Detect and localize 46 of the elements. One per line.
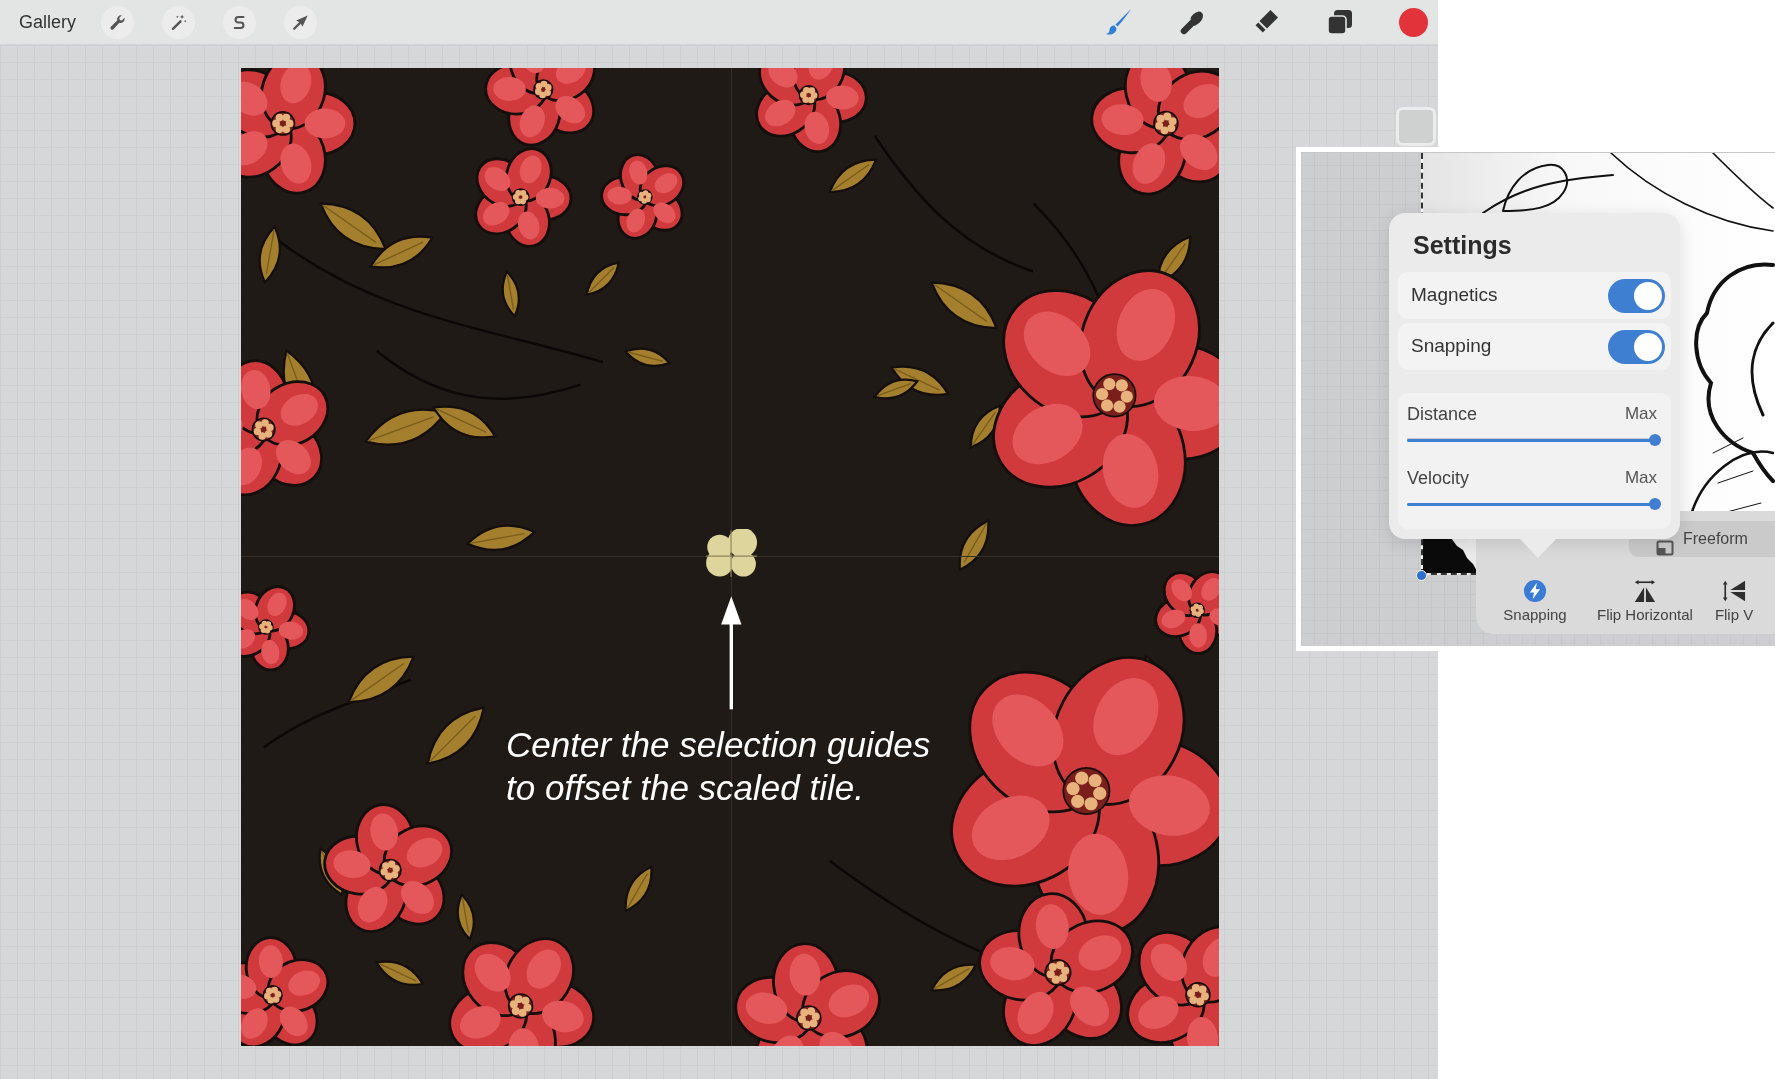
leaf bbox=[624, 346, 672, 368]
leaf bbox=[455, 892, 476, 941]
leaf bbox=[827, 158, 878, 195]
slider-value: Max bbox=[1624, 403, 1657, 426]
selection-button[interactable] bbox=[223, 5, 256, 39]
toggle-switch[interactable] bbox=[1608, 278, 1665, 313]
leaf bbox=[258, 224, 282, 284]
toggle-label: Magnetics bbox=[1411, 283, 1498, 308]
arrow-button[interactable] bbox=[284, 5, 317, 39]
scaled-tile bbox=[705, 528, 759, 578]
color-swatch[interactable] bbox=[1399, 7, 1428, 37]
selection-handle[interactable] bbox=[1416, 570, 1427, 581]
slider-label: Velocity bbox=[1407, 466, 1470, 490]
leaf bbox=[929, 963, 978, 993]
wrench-icon bbox=[108, 12, 127, 32]
settings-title: Settings bbox=[1413, 230, 1513, 261]
leaf bbox=[624, 865, 654, 913]
leaf bbox=[318, 202, 387, 251]
selected-ink-shape bbox=[1423, 538, 1478, 573]
toggle-switch[interactable] bbox=[1608, 329, 1665, 364]
leaf bbox=[346, 654, 416, 704]
snapping-button[interactable]: Snapping bbox=[1495, 579, 1575, 624]
cursor-arrow-icon bbox=[291, 12, 310, 32]
leaf bbox=[375, 959, 425, 987]
slider-value: Max bbox=[1624, 467, 1657, 490]
toggle-label: Snapping bbox=[1411, 334, 1492, 359]
leaf bbox=[465, 523, 536, 552]
leaf bbox=[369, 234, 435, 269]
leaf bbox=[584, 260, 620, 297]
flip-horizontal-button[interactable]: Flip Horizontal bbox=[1597, 579, 1693, 624]
leaf bbox=[426, 706, 486, 766]
gallery-link[interactable]: Gallery bbox=[19, 11, 76, 33]
leaf bbox=[957, 519, 990, 572]
slider-thumb[interactable] bbox=[1649, 498, 1661, 510]
leaf bbox=[501, 270, 521, 319]
layers-icon[interactable] bbox=[1325, 7, 1355, 37]
magic-wand-button[interactable] bbox=[162, 5, 195, 39]
slider-label: Distance bbox=[1407, 402, 1478, 426]
slider-thumb[interactable] bbox=[1649, 434, 1661, 446]
frame-icon bbox=[1656, 540, 1674, 556]
leaf bbox=[431, 404, 497, 439]
flip-vertical-button[interactable]: Flip V bbox=[1714, 579, 1754, 624]
wrench-button[interactable] bbox=[101, 5, 134, 39]
leaf bbox=[873, 377, 920, 400]
leaf bbox=[929, 281, 999, 331]
caption-text: Center the selection guides to offset the scaled tile. bbox=[506, 724, 931, 809]
